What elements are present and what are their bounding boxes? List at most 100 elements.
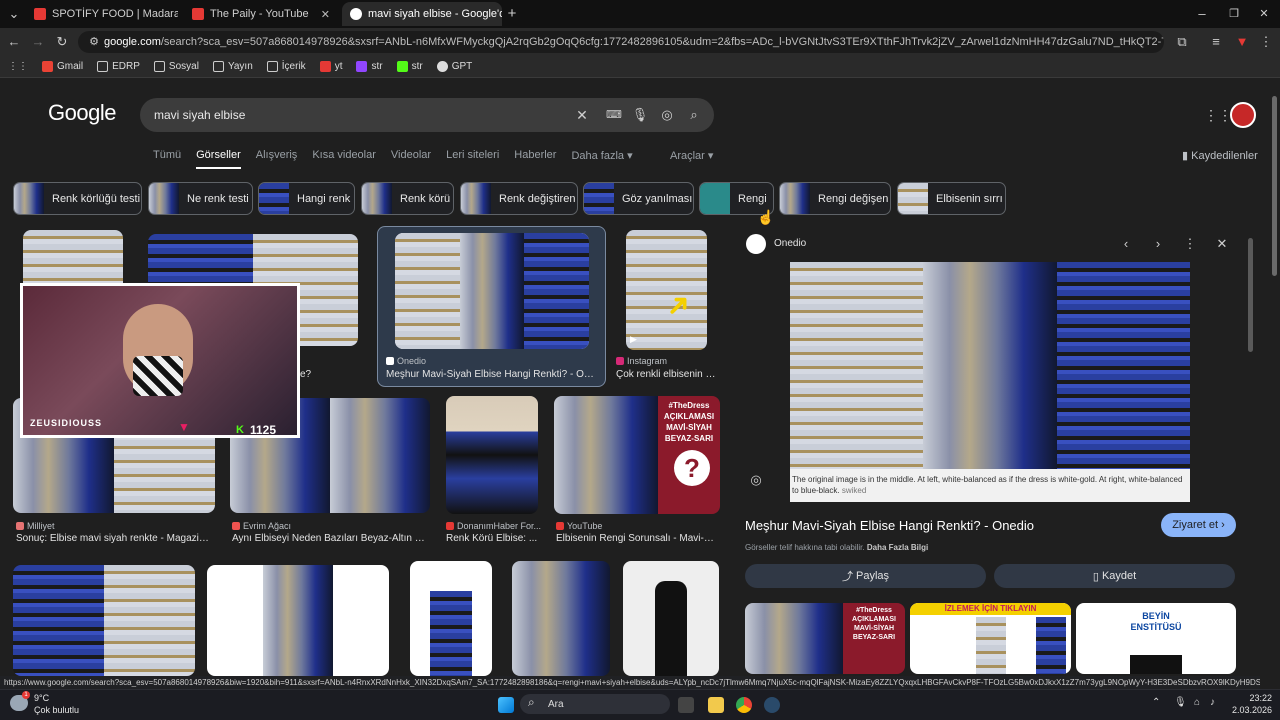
tab-shopping[interactable]: Alışveriş xyxy=(256,149,298,169)
page-scrollbar[interactable] xyxy=(1270,82,1278,676)
microphone-icon[interactable]: 🎙 xyxy=(630,105,650,125)
result-caption[interactable]: Aynı Elbiseyi Neden Bazıları Beyaz-Altın… xyxy=(232,533,430,544)
panel-title[interactable]: Meşhur Mavi-Siyah Elbise Hangi Renkti? -… xyxy=(745,518,1034,533)
search-icon[interactable]: ⌕ xyxy=(684,105,704,125)
apps-icon[interactable]: ⋮⋮ xyxy=(8,61,28,72)
tab-news[interactable]: Haberler xyxy=(514,149,556,169)
prev-icon[interactable]: ‹ xyxy=(1116,234,1136,254)
profile-icon[interactable]: ▼ xyxy=(1232,32,1252,52)
close-panel-icon[interactable]: ✕ xyxy=(1212,234,1232,254)
windows-start-icon[interactable] xyxy=(498,697,514,713)
result-image[interactable] xyxy=(623,561,719,676)
close-window-icon[interactable]: ✕ xyxy=(1254,4,1274,24)
result-image[interactable] xyxy=(446,396,538,514)
tab-search-icon[interactable]: ⌄ xyxy=(4,4,24,24)
tab-short-videos[interactable]: Kısa videolar xyxy=(312,149,376,169)
steam-icon[interactable] xyxy=(764,697,780,713)
result-image[interactable] xyxy=(512,561,610,676)
weather-widget[interactable]: 9°C Çok bulutlu xyxy=(34,692,79,716)
back-icon[interactable]: ← xyxy=(4,32,24,52)
reload-icon[interactable]: ↻ xyxy=(52,32,72,52)
visit-button[interactable]: Ziyaret et › xyxy=(1161,513,1236,537)
tab-images[interactable]: Görseller xyxy=(196,149,241,169)
more-icon[interactable]: ⋮ xyxy=(1180,234,1200,254)
chip-renk-korlugu-testi[interactable]: Renk körlüğü testi xyxy=(13,182,142,215)
forward-icon[interactable]: → xyxy=(28,32,48,52)
new-tab-icon[interactable]: + xyxy=(502,4,522,24)
clock[interactable]: 23:22 2.03.2026 xyxy=(1222,692,1272,716)
chip-hangi-renk[interactable]: Hangi renk xyxy=(258,182,355,215)
save-button[interactable]: ▯ Kaydet xyxy=(994,564,1235,588)
result-caption[interactable]: Meşhur Mavi-Siyah Elbise Hangi Renkti? -… xyxy=(386,369,598,380)
bookmark-gpt[interactable]: GPT xyxy=(436,61,472,72)
google-apps-icon[interactable]: ⋮⋮ xyxy=(1204,105,1232,125)
chip-goz-yanilmasi[interactable]: Göz yanılması xyxy=(583,182,694,215)
result-image[interactable]: #TheDress AÇIKLAMASI MAVİ-SİYAH BEYAZ-SA… xyxy=(554,396,720,514)
lens-search-icon[interactable]: ◎ xyxy=(746,470,766,490)
chrome-icon[interactable] xyxy=(736,697,752,713)
clear-icon[interactable]: ✕ xyxy=(572,105,592,125)
minimize-icon[interactable]: – xyxy=(1192,4,1212,24)
taskbar-search[interactable]: ⌕ Ara xyxy=(520,694,670,714)
result-image[interactable] xyxy=(410,561,492,676)
tray-chevron-icon[interactable]: ⌃ xyxy=(1152,697,1160,708)
search-input[interactable]: mavi siyah elbise ✕ ⌨ 🎙 ◎ ⌕ xyxy=(140,98,714,132)
next-icon[interactable]: › xyxy=(1148,234,1168,254)
more-info-link[interactable]: Daha Fazla Bilgi xyxy=(867,543,928,552)
mic-icon[interactable]: 🎙 xyxy=(1174,697,1187,708)
related-image[interactable]: BEYİN ENSTİTÜSÜ xyxy=(1076,603,1236,674)
tab-all[interactable]: Tümü xyxy=(153,149,181,169)
tab-2[interactable]: The Paily - YouTube ✕ xyxy=(184,2,338,26)
bookmark-sosyal[interactable]: Sosyal xyxy=(153,61,199,72)
related-image[interactable]: #TheDress AÇIKLAMASI MAVİ-SİYAH BEYAZ-SA… xyxy=(745,603,905,674)
result-caption[interactable]: Çok renkli elbisenin s... xyxy=(616,369,716,380)
tab-1[interactable]: SPOTİFY FOOD | Madara Olduk ✕ xyxy=(26,2,178,26)
lens-icon[interactable]: ◎ xyxy=(657,105,677,125)
media-icon[interactable]: ≡ xyxy=(1206,32,1226,52)
tab-videos[interactable]: Videolar xyxy=(391,149,431,169)
chip-renk-koru[interactable]: Renk körü xyxy=(361,182,454,215)
preview-image[interactable]: The original image is in the middle. At … xyxy=(790,262,1190,502)
panel-source[interactable]: Onedio xyxy=(774,238,806,249)
network-icon[interactable]: ⌂ xyxy=(1194,697,1200,708)
file-explorer-icon[interactable] xyxy=(708,697,724,713)
result-caption[interactable]: e? xyxy=(300,369,311,380)
scrollbar-thumb[interactable] xyxy=(1272,96,1277,276)
share-button[interactable]: ⤴ Paylaş xyxy=(745,564,986,588)
tab-3-active[interactable]: mavi siyah elbise - Google'da A ✕ xyxy=(342,2,502,26)
bookmark-yayin[interactable]: Yayın xyxy=(212,61,253,72)
address-bar[interactable]: ⚙ google.com/search?sca_esv=507a86801497… xyxy=(78,31,1164,53)
result-image[interactable] xyxy=(395,233,589,349)
bookmark-str-2[interactable]: str xyxy=(396,61,423,72)
site-info-icon[interactable]: ⚙ xyxy=(84,32,104,52)
close-icon[interactable]: ✕ xyxy=(321,8,330,21)
extensions-icon[interactable]: ⧉ xyxy=(1172,32,1192,52)
chip-renk-degistiren[interactable]: Renk değiştiren xyxy=(460,182,578,215)
menu-icon[interactable]: ⋮ xyxy=(1256,32,1276,52)
tab-more[interactable]: Daha fazla ▾ xyxy=(571,149,632,169)
tab-web[interactable]: Leri siteleri xyxy=(446,149,499,169)
tools-button[interactable]: Araçlar ▾ xyxy=(670,149,713,162)
result-caption[interactable]: Sonuç: Elbise mavi siyah renkte - Magazi… xyxy=(16,533,212,544)
chip-elbisenin-sirri[interactable]: Elbisenin sırrı xyxy=(897,182,1006,215)
result-caption[interactable]: Renk Körü Elbise: ... xyxy=(446,533,538,544)
chip-ne-renk-testi[interactable]: Ne renk testi xyxy=(148,182,253,215)
bookmark-yt[interactable]: yt xyxy=(319,61,342,72)
saved-link[interactable]: ▮ Kaydedilenler xyxy=(1182,149,1258,162)
result-image[interactable]: ➜ ▶ xyxy=(626,230,707,350)
bookmark-str-1[interactable]: str xyxy=(356,61,383,72)
task-view-icon[interactable] xyxy=(678,697,694,713)
volume-icon[interactable]: ♪ xyxy=(1210,697,1215,708)
result-image[interactable] xyxy=(13,565,195,676)
keyboard-icon[interactable]: ⌨ xyxy=(604,105,624,125)
result-caption[interactable]: Elbisenin Rengi Sorunsalı - Mavi-Si... xyxy=(556,533,720,544)
bookmark-icerik[interactable]: İçerik xyxy=(266,61,306,72)
maximize-icon[interactable]: ❐ xyxy=(1224,4,1244,24)
result-image[interactable] xyxy=(207,565,389,676)
related-image[interactable]: İZLEMEK İÇİN TIKLAYIN xyxy=(910,603,1071,674)
bookmark-gmail[interactable]: Gmail xyxy=(42,61,83,72)
bookmark-edrp[interactable]: EDRP xyxy=(97,61,140,72)
chip-rengi-degisen[interactable]: Rengi değişen xyxy=(779,182,891,215)
google-logo[interactable]: Google xyxy=(48,100,116,126)
panel-scrollbar-thumb[interactable] xyxy=(1248,238,1253,352)
